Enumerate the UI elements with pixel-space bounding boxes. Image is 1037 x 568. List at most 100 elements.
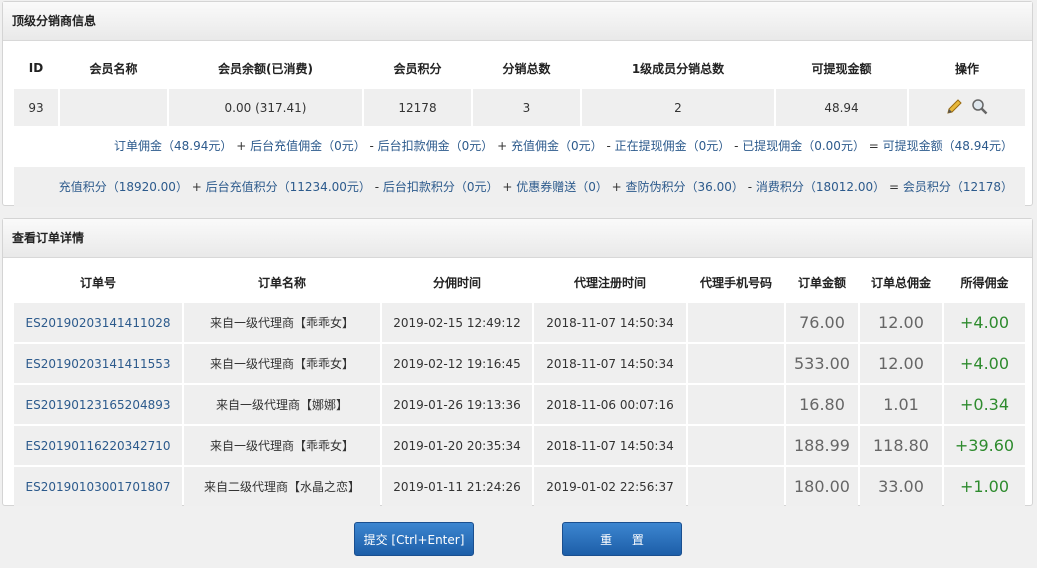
pencil-icon[interactable] bbox=[946, 98, 963, 115]
distributor-panel: 顶级分销商信息 ID 会员名称 会员余额(已消费) 会员积分 分销总数 1级成员… bbox=[2, 1, 1033, 207]
summary-item: 充值积分（18920.00） bbox=[58, 180, 188, 194]
col-commission-time: 分佣时间 bbox=[432, 275, 481, 290]
cell-earned-commission: +4.00 bbox=[944, 303, 1025, 342]
col-actions: 操作 bbox=[954, 61, 979, 76]
cell-agent-reg-time: 2018-11-06 00:07:16 bbox=[534, 385, 686, 424]
col-order-commission: 订单总佣金 bbox=[870, 275, 931, 290]
reset-button[interactable]: 重 置 bbox=[562, 522, 682, 556]
summary-operator: - bbox=[365, 139, 378, 153]
cell-earned-commission: +39.60 bbox=[944, 426, 1025, 465]
cell-order-amount: 188.99 bbox=[786, 426, 858, 465]
cell-order-name: 来自二级代理商【水晶之恋】 bbox=[184, 467, 380, 506]
cell-order-commission: 33.00 bbox=[860, 467, 942, 506]
orders-panel-title: 查看订单详情 bbox=[3, 219, 1032, 258]
cell-commission-time: 2019-01-26 19:13:36 bbox=[382, 385, 532, 424]
col-agent-phone: 代理手机号码 bbox=[699, 275, 772, 290]
cell-order-amount: 76.00 bbox=[786, 303, 858, 342]
cell-earned-commission: +0.34 bbox=[944, 385, 1025, 424]
summary-item: 后台扣款佣金（0元） bbox=[377, 139, 494, 153]
col-order-no: 订单号 bbox=[79, 275, 116, 290]
col-points: 会员积分 bbox=[393, 61, 442, 76]
summary-operator: + bbox=[607, 180, 626, 194]
cell-agent-reg-time: 2018-11-07 14:50:34 bbox=[534, 344, 686, 383]
summary-item: 消费积分（18012.00） bbox=[755, 180, 886, 194]
summary-operator: = bbox=[885, 180, 903, 194]
cell-agent-phone bbox=[688, 467, 784, 506]
col-dist-total: 分销总数 bbox=[502, 61, 551, 76]
submit-button[interactable]: 提交 [Ctrl+Enter] bbox=[354, 522, 474, 556]
cell-commission-time: 2019-02-15 12:49:12 bbox=[382, 303, 532, 342]
cell-order-no[interactable]: ES20190203141411553 bbox=[14, 344, 182, 383]
cell-order-no[interactable]: ES20190116220342710 bbox=[14, 426, 182, 465]
summary-operator: + bbox=[493, 139, 511, 153]
col-id: ID bbox=[28, 61, 44, 75]
summary-operator: - bbox=[743, 180, 756, 194]
summary-item: 查防伪积分（36.00） bbox=[625, 180, 744, 194]
cell-dist-total: 3 bbox=[473, 89, 580, 126]
commission-summary: 订单佣金（48.94元） + 后台充值佣金（0元） - 后台扣款佣金（0元） +… bbox=[14, 126, 1025, 166]
cell-actions bbox=[909, 89, 1025, 126]
summary-operator: + bbox=[498, 180, 517, 194]
cell-withdrawable: 48.94 bbox=[776, 89, 907, 126]
col-level1-total: 1级成员分销总数 bbox=[631, 61, 725, 76]
cell-order-no[interactable]: ES20190123165204893 bbox=[14, 385, 182, 424]
summary-operator: - bbox=[730, 139, 743, 153]
table-row: ES20190203141411028 来自一级代理商【乖乖女】 2019-02-1… bbox=[14, 303, 1025, 342]
cell-order-name: 来自一级代理商【乖乖女】 bbox=[184, 344, 380, 383]
cell-agent-phone bbox=[688, 344, 784, 383]
cell-id: 93 bbox=[14, 89, 58, 126]
col-order-name: 订单名称 bbox=[257, 275, 306, 290]
cell-agent-phone bbox=[688, 426, 784, 465]
cell-order-name: 来自一级代理商【娜娜】 bbox=[184, 385, 380, 424]
col-balance: 会员余额(已消费) bbox=[218, 61, 313, 76]
summary-item: 后台扣款积分（0元） bbox=[382, 180, 499, 194]
cell-agent-phone bbox=[688, 385, 784, 424]
cell-level1-total: 2 bbox=[582, 89, 774, 126]
cell-earned-commission: +1.00 bbox=[944, 467, 1025, 506]
cell-agent-reg-time: 2019-01-02 22:56:37 bbox=[534, 467, 686, 506]
table-row: ES20190116220342710 来自一级代理商【乖乖女】 2019-01-2… bbox=[14, 426, 1025, 465]
cell-agent-reg-time: 2018-11-07 14:50:34 bbox=[534, 303, 686, 342]
cell-order-commission: 1.01 bbox=[860, 385, 942, 424]
summary-item: 会员积分（12178） bbox=[902, 180, 1013, 194]
summary-operator: - bbox=[370, 180, 383, 194]
cell-order-no[interactable]: ES20190103001701807 bbox=[14, 467, 182, 506]
distributor-table: ID 会员名称 会员余额(已消费) 会员积分 分销总数 1级成员分销总数 可提现… bbox=[12, 47, 1027, 128]
orders-panel: 查看订单详情 订单号 订单名称 分佣时间 代理注册时间 代理手机号码 订单金额 … bbox=[2, 218, 1033, 506]
cell-commission-time: 2019-02-12 19:16:45 bbox=[382, 344, 532, 383]
table-row: 93 0.00 (317.41) 12178 3 2 48.94 bbox=[14, 89, 1025, 126]
magnifier-icon[interactable] bbox=[971, 98, 988, 115]
cell-order-name: 来自一级代理商【乖乖女】 bbox=[184, 303, 380, 342]
cell-member-name bbox=[60, 89, 167, 126]
points-summary: 充值积分（18920.00） + 后台充值积分（11234.00元） - 后台扣… bbox=[14, 167, 1025, 207]
cell-order-commission: 118.80 bbox=[860, 426, 942, 465]
cell-commission-time: 2019-01-11 21:24:26 bbox=[382, 467, 532, 506]
col-member-name: 会员名称 bbox=[89, 61, 138, 76]
summary-item: 优惠券赠送（0） bbox=[516, 180, 608, 194]
cell-agent-reg-time: 2018-11-07 14:50:34 bbox=[534, 426, 686, 465]
table-row: ES20190123165204893 来自一级代理商【娜娜】 2019-01-26… bbox=[14, 385, 1025, 424]
cell-agent-phone bbox=[688, 303, 784, 342]
summary-item: 充值佣金（0元） bbox=[511, 139, 603, 153]
table-row: ES20190203141411553 来自一级代理商【乖乖女】 2019-02-1… bbox=[14, 344, 1025, 383]
cell-order-no[interactable]: ES20190203141411028 bbox=[14, 303, 182, 342]
cell-order-amount: 16.80 bbox=[786, 385, 858, 424]
summary-item: 后台充值佣金（0元） bbox=[250, 139, 366, 153]
col-earned-commission: 所得佣金 bbox=[960, 275, 1009, 290]
col-agent-reg-time: 代理注册时间 bbox=[573, 275, 646, 290]
cell-earned-commission: +4.00 bbox=[944, 344, 1025, 383]
summary-operator: = bbox=[864, 139, 883, 153]
summary-operator: - bbox=[602, 139, 615, 153]
summary-item: 正在提现佣金（0元） bbox=[614, 139, 731, 153]
summary-item: 订单佣金（48.94元） bbox=[114, 139, 233, 153]
cell-points: 12178 bbox=[364, 89, 471, 126]
cell-order-commission: 12.00 bbox=[860, 303, 942, 342]
col-withdrawable: 可提现金额 bbox=[811, 61, 872, 76]
cell-commission-time: 2019-01-20 20:35:34 bbox=[382, 426, 532, 465]
cell-order-amount: 533.00 bbox=[786, 344, 858, 383]
cell-order-amount: 180.00 bbox=[786, 467, 858, 506]
summary-operator: + bbox=[232, 139, 251, 153]
summary-item: 可提现金额（48.94元） bbox=[882, 139, 1013, 153]
cell-order-name: 来自一级代理商【乖乖女】 bbox=[184, 426, 380, 465]
summary-item: 已提现佣金（0.00元） bbox=[742, 139, 865, 153]
